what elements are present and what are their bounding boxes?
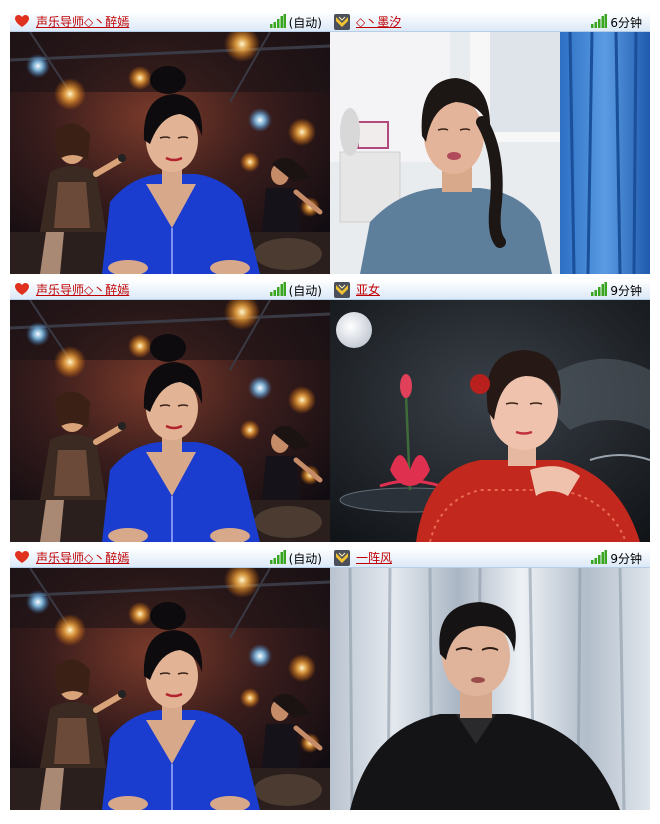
left-video-feed[interactable] xyxy=(10,32,330,274)
signal-strength-icon xyxy=(591,281,608,299)
left-user-header: 声乐导师◇丶醉嫣 (自动) xyxy=(10,548,330,568)
signal-strength-icon xyxy=(269,13,286,31)
right-connection-status: 6分钟 xyxy=(591,12,642,32)
duration-label: 9分钟 xyxy=(610,551,642,566)
mic-mode-label: (自动) xyxy=(288,283,322,298)
right-connection-status: 9分钟 xyxy=(591,280,642,300)
left-connection-status: (自动) xyxy=(269,548,322,568)
right-user-name-link[interactable]: 亚女 xyxy=(356,281,380,298)
rank-badge-icon xyxy=(334,549,350,566)
left-connection-status: (自动) xyxy=(269,12,322,32)
chat-session-2: 声乐导师◇丶醉嫣 (自动) 亚女 9分钟 xyxy=(10,280,650,542)
video-chat-window: 声乐导师◇丶醉嫣 (自动) ◇丶墨汐 6分钟 声乐导师◇丶醉嫣 (自动) 亚女 9分钟 声乐导师… xyxy=(0,0,660,824)
mic-mode-label: (自动) xyxy=(288,15,322,30)
mic-mode-label: (自动) xyxy=(288,551,322,566)
chat-session-1: 声乐导师◇丶醉嫣 (自动) ◇丶墨汐 6分钟 xyxy=(10,12,650,274)
left-video-feed[interactable] xyxy=(10,300,330,542)
left-user-name-link[interactable]: 声乐导师◇丶醉嫣 xyxy=(36,281,129,298)
rank-badge-icon xyxy=(334,13,350,30)
right-video-feed[interactable] xyxy=(330,300,650,542)
right-user-name-link[interactable]: 一阵风 xyxy=(356,549,392,566)
left-user-name-link[interactable]: 声乐导师◇丶醉嫣 xyxy=(36,13,129,30)
duration-label: 9分钟 xyxy=(610,283,642,298)
signal-strength-icon xyxy=(591,549,608,567)
heart-icon xyxy=(14,282,30,298)
left-user-header: 声乐导师◇丶醉嫣 (自动) xyxy=(10,12,330,32)
right-connection-status: 9分钟 xyxy=(591,548,642,568)
left-video-feed[interactable] xyxy=(10,568,330,810)
rank-badge-icon xyxy=(334,281,350,298)
heart-icon xyxy=(14,14,30,30)
right-user-header: ◇丶墨汐 6分钟 xyxy=(330,12,650,32)
right-user-name-link[interactable]: ◇丶墨汐 xyxy=(356,13,401,30)
session-header: 声乐导师◇丶醉嫣 (自动) 一阵风 9分钟 xyxy=(10,548,650,568)
right-video-feed[interactable] xyxy=(330,568,650,810)
signal-strength-icon xyxy=(591,13,608,31)
right-user-header: 亚女 9分钟 xyxy=(330,280,650,300)
session-header: 声乐导师◇丶醉嫣 (自动) 亚女 9分钟 xyxy=(10,280,650,300)
heart-icon xyxy=(14,550,30,566)
signal-strength-icon xyxy=(269,281,286,299)
left-user-header: 声乐导师◇丶醉嫣 (自动) xyxy=(10,280,330,300)
duration-label: 6分钟 xyxy=(610,15,642,30)
session-header: 声乐导师◇丶醉嫣 (自动) ◇丶墨汐 6分钟 xyxy=(10,12,650,32)
right-user-header: 一阵风 9分钟 xyxy=(330,548,650,568)
right-video-feed[interactable] xyxy=(330,32,650,274)
chat-session-3: 声乐导师◇丶醉嫣 (自动) 一阵风 9分钟 xyxy=(10,548,650,810)
signal-strength-icon xyxy=(269,549,286,567)
left-user-name-link[interactable]: 声乐导师◇丶醉嫣 xyxy=(36,549,129,566)
left-connection-status: (自动) xyxy=(269,280,322,300)
